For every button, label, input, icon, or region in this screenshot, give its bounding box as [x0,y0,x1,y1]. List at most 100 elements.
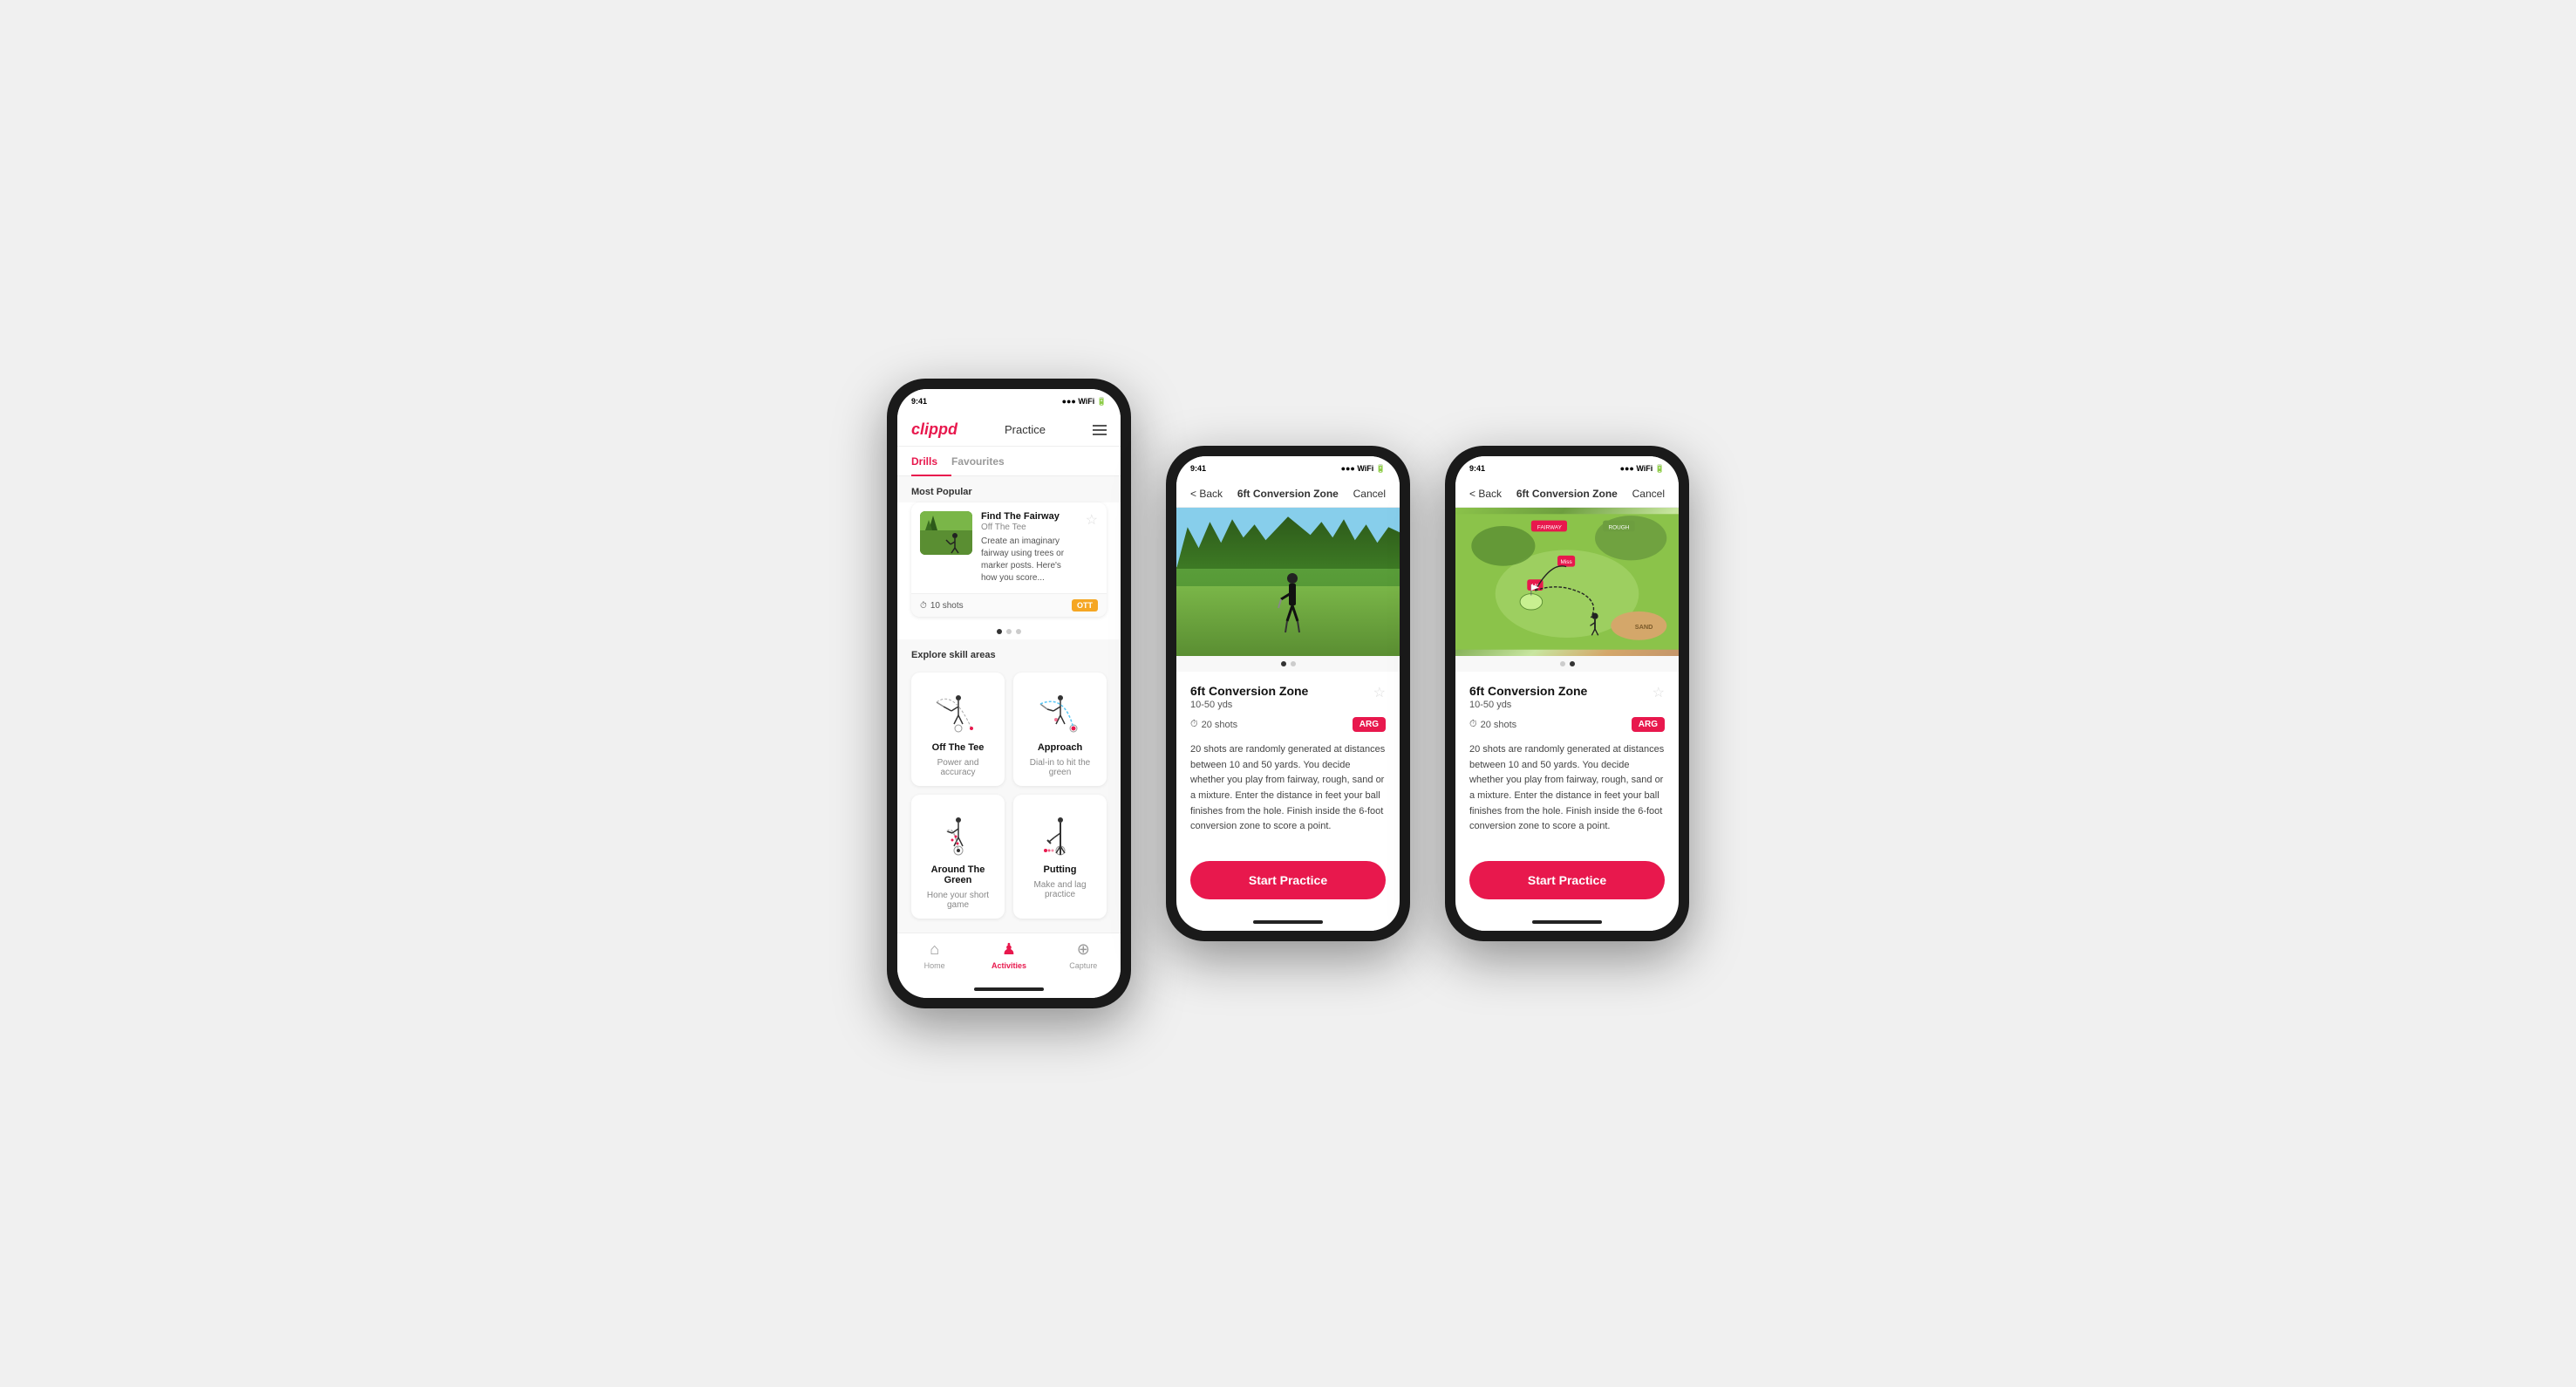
skill-card-atg[interactable]: Around The Green Hone your short game [911,795,1005,919]
detail-drill-title-3: 6ft Conversion Zone [1469,684,1587,698]
tab-drills[interactable]: Drills [911,447,951,476]
dot-3 [1016,629,1021,634]
start-practice-button-2[interactable]: Start Practice [1190,861,1386,899]
detail-dot-2 [1291,661,1296,666]
detail-dot-1 [1281,661,1286,666]
clock-icon-2: ⏱ [1190,719,1198,730]
svg-text:ROUGH: ROUGH [1609,525,1630,531]
course-map-svg: SAND FAIRWAY ROUGH Hit Miss [1455,508,1679,656]
skill-card-ott[interactable]: Off The Tee Power and accuracy [911,673,1005,786]
dot-2 [1006,629,1012,634]
detail-desc-2: 20 shots are randomly generated at dista… [1190,742,1386,835]
skill-desc-putting: Make and lag practice [1022,880,1098,899]
phone-3: 9:41 ●●● WiFi 🔋 < Back 6ft Conversion Zo… [1445,446,1689,941]
detail-fav-3[interactable]: ☆ [1653,684,1665,701]
skill-name-atg: Around The Green [920,864,996,885]
most-popular-label: Most Popular [897,476,1121,502]
approach-icon [1030,685,1091,737]
cancel-button-2[interactable]: Cancel [1353,488,1386,500]
detail-header-title-2: 6ft Conversion Zone [1237,488,1339,500]
detail-fav-2[interactable]: ☆ [1373,684,1386,701]
detail-dot-3-1 [1560,661,1565,666]
nav-home-label: Home [924,961,945,970]
explore-label: Explore skill areas [897,639,1121,666]
skill-desc-approach: Dial-in to hit the green [1022,758,1098,777]
dot-indicators [897,624,1121,639]
drill-subtitle: Off The Tee [981,523,1077,532]
detail-range-3: 10-50 yds [1469,700,1587,710]
detail-body-2: 6ft Conversion Zone 10-50 yds ☆ ⏱ 20 sho… [1176,672,1400,847]
detail-badge-3: ARG [1632,717,1665,732]
drill-card-find-fairway[interactable]: Find The Fairway Off The Tee Create an i… [911,502,1107,617]
activities-icon: ♟ [1002,940,1016,959]
drill-photo-2 [1176,508,1400,656]
nav-capture-label: Capture [1069,961,1097,970]
nav-activities[interactable]: ♟ Activities [971,940,1046,970]
drill-desc: Create an imaginary fairway using trees … [981,536,1077,584]
skill-card-approach[interactable]: Approach Dial-in to hit the green [1013,673,1107,786]
detail-shots-2: ⏱ 20 shots [1190,719,1237,730]
tab-favourites[interactable]: Favourites [951,447,1019,476]
atg-icon [928,807,989,859]
skill-grid: Off The Tee Power and accuracy [897,666,1121,933]
home-indicator-1 [897,980,1121,998]
phone-1: 9:41 ●●● WiFi 🔋 clippd Practice Drills F… [887,379,1131,1008]
svg-text:Miss: Miss [1561,559,1572,565]
drill-thumb-svg [920,511,972,555]
back-button-3[interactable]: < Back [1469,488,1502,500]
trees-background [1176,516,1400,569]
nav-home[interactable]: ⌂ Home [897,940,971,970]
detail-header-title-3: 6ft Conversion Zone [1516,488,1618,500]
home-indicator-2 [1176,913,1400,931]
detail-drill-title-2: 6ft Conversion Zone [1190,684,1308,698]
ott-icon [928,685,989,737]
clippd-logo: clippd [911,420,957,439]
nav-activities-label: Activities [992,961,1026,970]
bottom-nav: ⌂ Home ♟ Activities ⊕ Capture [897,933,1121,980]
drill-badge-ott: OTT [1072,599,1098,612]
putting-icon [1030,807,1091,859]
detail-body-3: 6ft Conversion Zone 10-50 yds ☆ ⏱ 20 sho… [1455,672,1679,847]
skill-name-approach: Approach [1038,742,1082,753]
detail-dot-3-2 [1570,661,1575,666]
phone-2: 9:41 ●●● WiFi 🔋 < Back 6ft Conversion Zo… [1166,446,1410,941]
drill-title: Find The Fairway [981,511,1077,522]
detail-range-2: 10-50 yds [1190,700,1308,710]
app-header-1: clippd Practice [897,413,1121,447]
nav-capture[interactable]: ⊕ Capture [1046,940,1121,970]
capture-icon: ⊕ [1077,940,1090,959]
drill-shots: ⏱ 10 shots [920,601,964,611]
detail-dots-3 [1455,656,1679,672]
detail-desc-3: 20 shots are randomly generated at dista… [1469,742,1665,835]
cancel-button-3[interactable]: Cancel [1632,488,1665,500]
detail-badge-2: ARG [1353,717,1386,732]
home-indicator-3 [1455,913,1679,931]
status-bar-1: 9:41 ●●● WiFi 🔋 [897,389,1121,413]
drill-meta: ⏱ 10 shots OTT [911,593,1107,617]
detail-header-3: < Back 6ft Conversion Zone Cancel [1455,481,1679,508]
menu-icon[interactable] [1093,425,1107,435]
tabs-row: Drills Favourites [897,447,1121,476]
skill-desc-ott: Power and accuracy [920,758,996,777]
back-button-2[interactable]: < Back [1190,488,1223,500]
detail-shots-3: ⏱ 20 shots [1469,719,1516,730]
status-bar-3: 9:41 ●●● WiFi 🔋 [1455,456,1679,481]
status-bar-2: 9:41 ●●● WiFi 🔋 [1176,456,1400,481]
svg-text:SAND: SAND [1635,623,1653,631]
home-icon: ⌂ [930,940,939,959]
golfer-svg-2 [1277,573,1307,634]
detail-header-2: < Back 6ft Conversion Zone Cancel [1176,481,1400,508]
skill-name-ott: Off The Tee [932,742,985,753]
detail-meta-row-3: ⏱ 20 shots ARG [1469,717,1665,732]
clock-icon-3: ⏱ [1469,719,1477,730]
svg-text:FAIRWAY: FAIRWAY [1537,525,1563,531]
drill-map-3: SAND FAIRWAY ROUGH Hit Miss [1455,508,1679,656]
start-practice-button-3[interactable]: Start Practice [1469,861,1665,899]
skill-card-putting[interactable]: Putting Make and lag practice [1013,795,1107,919]
clock-icon: ⏱ [920,601,927,611]
skill-name-putting: Putting [1044,864,1077,875]
drill-thumbnail [920,511,972,555]
detail-dots-2 [1176,656,1400,672]
detail-meta-row-2: ⏱ 20 shots ARG [1190,717,1386,732]
drill-favourite-icon[interactable]: ☆ [1086,511,1098,529]
